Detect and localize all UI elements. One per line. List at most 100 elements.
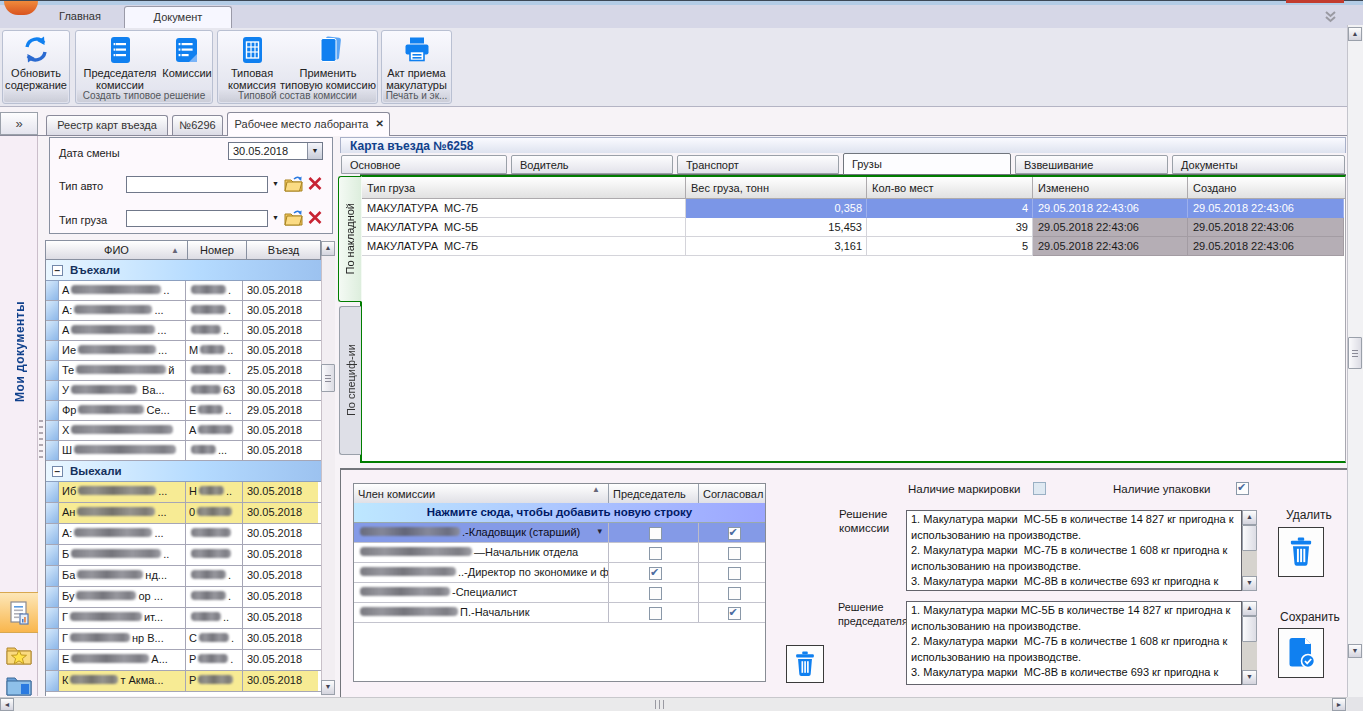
save-button[interactable] bbox=[1278, 628, 1324, 678]
commission-row[interactable]: ..-Директор по экономике и ф... bbox=[354, 563, 765, 583]
main-hscroll-right[interactable]: ► bbox=[1332, 698, 1346, 711]
list-scrollbar-thumb[interactable] bbox=[321, 364, 335, 392]
agreed-checkbox[interactable] bbox=[728, 547, 741, 560]
list-item[interactable]: Кт Акма...Р30.05.2018 bbox=[46, 671, 321, 692]
list-group-header[interactable]: −Выехали bbox=[46, 461, 321, 482]
col-header-tip-gruza[interactable]: Тип груза bbox=[362, 177, 686, 198]
cargo-type-folder-icon[interactable] bbox=[284, 209, 303, 226]
col-header-chlen-komissii[interactable]: Член комиссии▲ bbox=[354, 484, 609, 503]
col-header-mest[interactable]: Кол-во мест bbox=[867, 177, 1033, 198]
list-item[interactable]: Буор ....30.05.2018 bbox=[46, 587, 321, 608]
sidebar-documents-button[interactable] bbox=[0, 592, 38, 633]
main-vscroll-down[interactable]: ▼ bbox=[1348, 644, 1362, 658]
card-tab-transport[interactable]: Транспорт bbox=[677, 155, 839, 174]
col-header-predsedatel[interactable]: Председатель bbox=[609, 484, 699, 503]
tab-rabochee-mesto-laboranta[interactable]: Рабочее место лаборанта ✕ bbox=[227, 112, 390, 136]
col-header-soglasoval[interactable]: Согласовал bbox=[699, 484, 765, 503]
chairman-scroll-down[interactable]: ▼ bbox=[1242, 670, 1257, 685]
chairman-scroll-up[interactable]: ▲ bbox=[1242, 601, 1257, 616]
col-header-ves[interactable]: Вес груза, тонн bbox=[686, 177, 867, 198]
refresh-content-button[interactable]: Обновитьсодержание bbox=[4, 33, 68, 91]
list-item[interactable]: Ан...030.05.2018 bbox=[46, 503, 321, 524]
commissions-button[interactable]: Комиссии bbox=[162, 33, 212, 91]
commission-delete-button[interactable] bbox=[786, 645, 824, 683]
commission-row[interactable]: —Начальник отдела bbox=[354, 543, 765, 563]
cargo-type-input[interactable] bbox=[126, 210, 268, 227]
committee-decision-textarea[interactable]: 1. Макулатура марки МС-5Б в количестве 1… bbox=[906, 510, 1242, 591]
list-scroll-down-button[interactable]: ▼ bbox=[321, 680, 335, 695]
card-tab-gruzy[interactable]: Грузы bbox=[843, 153, 1011, 175]
cargo-row[interactable]: МАКУЛАТУРА МС-7Б3,161529.05.2018 22:43:0… bbox=[362, 237, 1345, 256]
committee-scroll-down[interactable]: ▼ bbox=[1242, 576, 1257, 591]
list-item[interactable]: ЕА...Р.30.05.2018 bbox=[46, 650, 321, 671]
chairman-checkbox[interactable] bbox=[649, 547, 662, 560]
tab-reestr-kart-vezda[interactable]: Реестр карт въезда bbox=[46, 115, 168, 135]
list-header-vezd[interactable]: Въезд bbox=[247, 240, 321, 260]
collapse-ribbon-icon[interactable] bbox=[1322, 11, 1339, 23]
main-vscroll-thumb[interactable] bbox=[1348, 337, 1362, 369]
list-scrollbar-track[interactable] bbox=[321, 256, 335, 680]
list-scroll-up-button[interactable]: ▲ bbox=[321, 241, 335, 256]
list-item[interactable]: Б..30.05.2018 bbox=[46, 545, 321, 566]
cargo-type-clear-icon[interactable] bbox=[307, 210, 323, 225]
list-item[interactable]: А:....30.05.2018 bbox=[46, 301, 321, 321]
commission-row[interactable]: П.-Начальник bbox=[354, 603, 765, 623]
waste-paper-act-button[interactable]: Акт приемамакулатуры bbox=[383, 33, 450, 91]
chairman-checkbox[interactable] bbox=[649, 527, 662, 540]
close-tab-icon[interactable]: ✕ bbox=[376, 117, 384, 131]
list-item[interactable]: ФрСе...Е..29.05.2018 bbox=[46, 401, 321, 421]
sidebar-folder-button[interactable] bbox=[0, 676, 38, 696]
sidebar-favorites-button[interactable] bbox=[0, 634, 38, 675]
chairman-checkbox[interactable] bbox=[649, 607, 662, 620]
collapse-icon[interactable]: − bbox=[52, 265, 63, 276]
delete-button[interactable] bbox=[1278, 527, 1324, 577]
tab-n6296[interactable]: №6296 bbox=[172, 115, 223, 135]
cargo-type-dropdown-icon[interactable]: ▼ bbox=[272, 214, 279, 221]
cargo-row[interactable]: МАКУЛАТУРА МС-7Б0,358429.05.2018 22:43:0… bbox=[362, 199, 1345, 218]
card-tab-vzveshivanie[interactable]: Взвешивание bbox=[1015, 155, 1168, 174]
main-hscrollbar[interactable] bbox=[0, 697, 1363, 711]
agreed-checkbox[interactable] bbox=[728, 607, 741, 620]
main-hscroll-grip[interactable] bbox=[655, 700, 666, 709]
list-item[interactable]: Тей.25.05.2018 bbox=[46, 361, 321, 381]
card-tab-dokumenty[interactable]: Документы bbox=[1172, 155, 1345, 174]
list-item[interactable]: Ш...30.05.2018 bbox=[46, 441, 321, 461]
list-header-nomer[interactable]: Номер bbox=[188, 240, 247, 260]
marking-checkbox[interactable] bbox=[1033, 482, 1046, 495]
auto-type-clear-icon[interactable] bbox=[307, 176, 323, 191]
agreed-checkbox[interactable] bbox=[728, 567, 741, 580]
ribbon-tab-dokument[interactable]: Документ bbox=[124, 6, 232, 28]
side-tab-po-specifii[interactable]: По специф-ии bbox=[339, 306, 361, 455]
list-item[interactable]: У Ва...6330.05.2018 bbox=[46, 381, 321, 401]
auto-type-folder-icon[interactable] bbox=[284, 175, 303, 192]
auto-type-input[interactable] bbox=[126, 176, 268, 193]
cargo-row[interactable]: МАКУЛАТУРА МС-5Б15,4533929.05.2018 22:43… bbox=[362, 218, 1345, 237]
sidebar-expander[interactable]: » bbox=[0, 112, 38, 135]
card-tab-osnovnoe[interactable]: Основное bbox=[341, 155, 507, 174]
list-item[interactable]: Банд....30.05.2018 bbox=[46, 566, 321, 587]
chairman-decision-textarea[interactable]: 1. Макулатура марки МС-5Б в количестве 1… bbox=[906, 601, 1242, 685]
chairman-checkbox[interactable] bbox=[649, 587, 662, 600]
agreed-checkbox[interactable] bbox=[728, 587, 741, 600]
agreed-checkbox[interactable] bbox=[728, 527, 741, 540]
committee-scroll-up[interactable]: ▲ bbox=[1242, 510, 1257, 525]
list-item[interactable]: Ие...М..30.05.2018 bbox=[46, 341, 321, 361]
col-header-sozdano[interactable]: Создано bbox=[1188, 177, 1344, 198]
main-hscroll-left[interactable]: ◄ bbox=[0, 698, 14, 711]
commission-add-row[interactable]: Нажмите сюда, чтобы добавить новую строк… bbox=[354, 503, 765, 523]
chairman-checkbox[interactable] bbox=[649, 567, 662, 580]
col-header-izmeneno[interactable]: Изменено bbox=[1033, 177, 1188, 198]
collapse-icon[interactable]: − bbox=[52, 466, 63, 477]
list-item[interactable]: Иб...Н..30.05.2018 bbox=[46, 482, 321, 503]
card-tab-voditel[interactable]: Водитель bbox=[511, 155, 673, 174]
list-header-fio[interactable]: ФИО ▲ bbox=[45, 240, 188, 260]
committee-scroll-thumb[interactable] bbox=[1242, 525, 1257, 551]
list-item[interactable]: А...30.05.2018 bbox=[46, 281, 321, 301]
apply-standard-commission-button[interactable]: Применитьтиповую комиссию bbox=[280, 33, 376, 91]
main-vscroll-up[interactable]: ▲ bbox=[1348, 27, 1362, 41]
side-tab-po-nakladnoy[interactable]: По накладной bbox=[338, 176, 362, 302]
chairman-commission-button[interactable]: Председателякомиссии bbox=[78, 33, 162, 91]
packing-checkbox[interactable] bbox=[1236, 482, 1249, 495]
commission-row[interactable]: -Специалист bbox=[354, 583, 765, 603]
list-item[interactable]: А:...30.05.2018 bbox=[46, 524, 321, 545]
